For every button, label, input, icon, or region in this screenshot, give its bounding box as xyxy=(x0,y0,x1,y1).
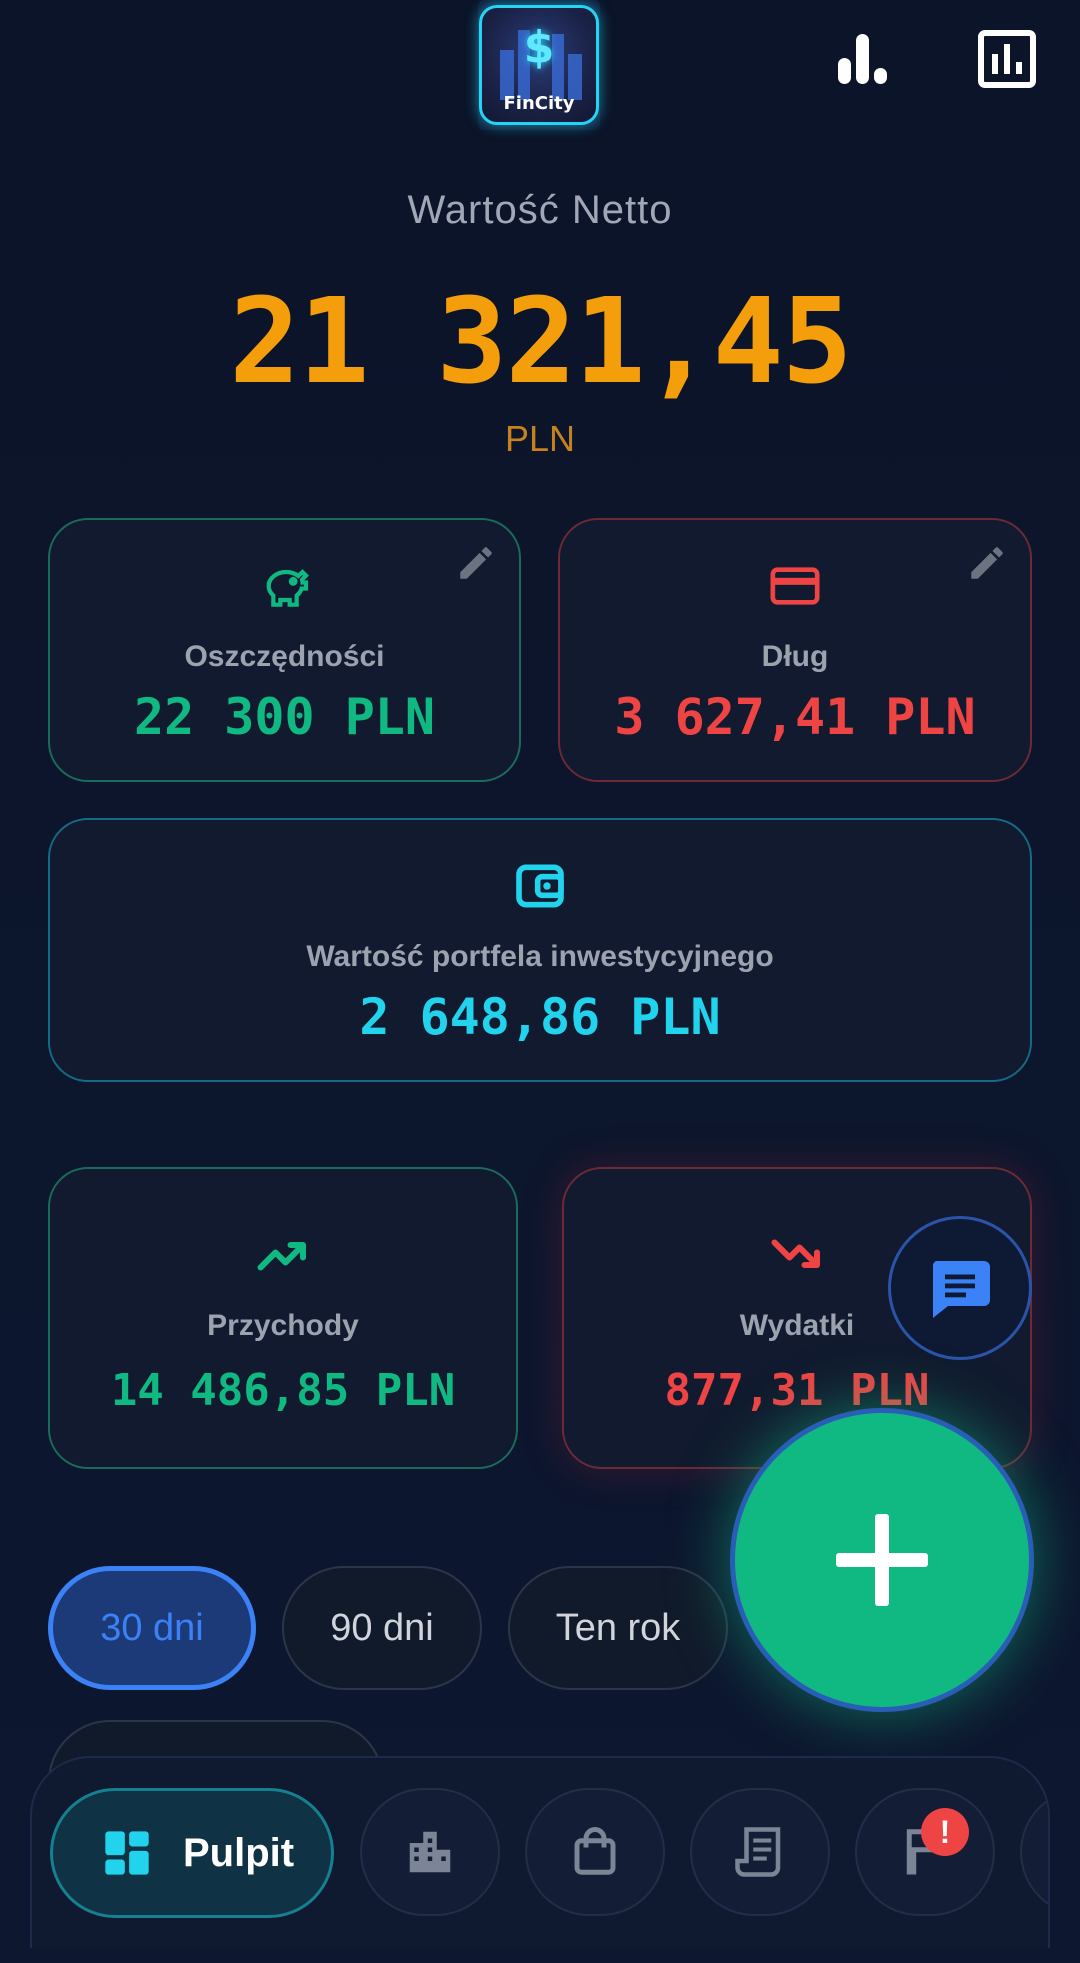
bottom-navigation: Pulpit ! xyxy=(30,1756,1050,1948)
plus-icon xyxy=(836,1514,928,1606)
wallet-icon xyxy=(50,858,1030,914)
savings-value: 22 300 PLN xyxy=(133,688,436,746)
expenses-value: 877,31 PLN xyxy=(664,1365,930,1416)
savings-label: Oszczędności xyxy=(184,640,385,673)
nav-item-dashboard[interactable]: Pulpit xyxy=(50,1788,334,1918)
net-worth-currency: PLN xyxy=(504,418,576,459)
nav-item-receipts[interactable] xyxy=(690,1788,830,1916)
dashboard-icon xyxy=(105,1831,149,1875)
chat-button[interactable] xyxy=(888,1216,1032,1360)
add-transaction-button[interactable] xyxy=(730,1408,1034,1712)
dashboard-screen: $ FinCity Wartość Netto 21 321,45 PLN Os… xyxy=(0,0,1080,1963)
income-label: Przychody xyxy=(207,1309,359,1342)
period-chip-90-days[interactable]: 90 dni xyxy=(282,1566,482,1690)
period-chip-30-days[interactable]: 30 dni xyxy=(48,1566,256,1690)
income-value: 14 486,85 PLN xyxy=(110,1365,456,1416)
notification-badge: ! xyxy=(921,1808,969,1856)
debt-card[interactable]: Dług 3 627,41 PLN xyxy=(558,518,1032,782)
bar-chart-icon[interactable] xyxy=(834,30,892,88)
savings-card[interactable]: Oszczędności 22 300 PLN xyxy=(48,518,521,782)
trending-up-icon xyxy=(50,1225,516,1285)
building-icon xyxy=(409,1831,451,1873)
nav-item-goals[interactable]: ! xyxy=(855,1788,995,1916)
portfolio-card[interactable]: Wartość portfela inwestycyjnego 2 648,86… xyxy=(48,818,1032,1082)
nav-item-dashboard-label: Pulpit xyxy=(183,1830,295,1875)
portfolio-value: 2 648,86 PLN xyxy=(359,988,721,1046)
nav-item-shopping[interactable] xyxy=(525,1788,665,1916)
piggy-bank-icon xyxy=(50,558,519,614)
income-card[interactable]: Przychody 14 486,85 PLN xyxy=(48,1167,518,1469)
debt-value: 3 627,41 PLN xyxy=(614,688,976,746)
receipt-icon xyxy=(735,1827,781,1877)
shopping-bag-icon xyxy=(574,1827,616,1875)
app-logo: $ FinCity xyxy=(478,0,600,130)
nav-item-buildings[interactable] xyxy=(360,1788,500,1916)
net-worth-label: Wartość Netto xyxy=(407,188,673,232)
portfolio-label: Wartość portfela inwestycyjnego xyxy=(306,940,774,973)
credit-card-icon xyxy=(560,558,1030,614)
period-chip-this-year[interactable]: Ten rok xyxy=(508,1566,728,1690)
chat-icon xyxy=(932,1261,990,1318)
debt-label: Dług xyxy=(761,640,829,673)
report-icon[interactable] xyxy=(978,30,1036,88)
nav-item-more[interactable] xyxy=(1020,1788,1048,1916)
net-worth-value: 21 321,45 xyxy=(229,272,852,410)
